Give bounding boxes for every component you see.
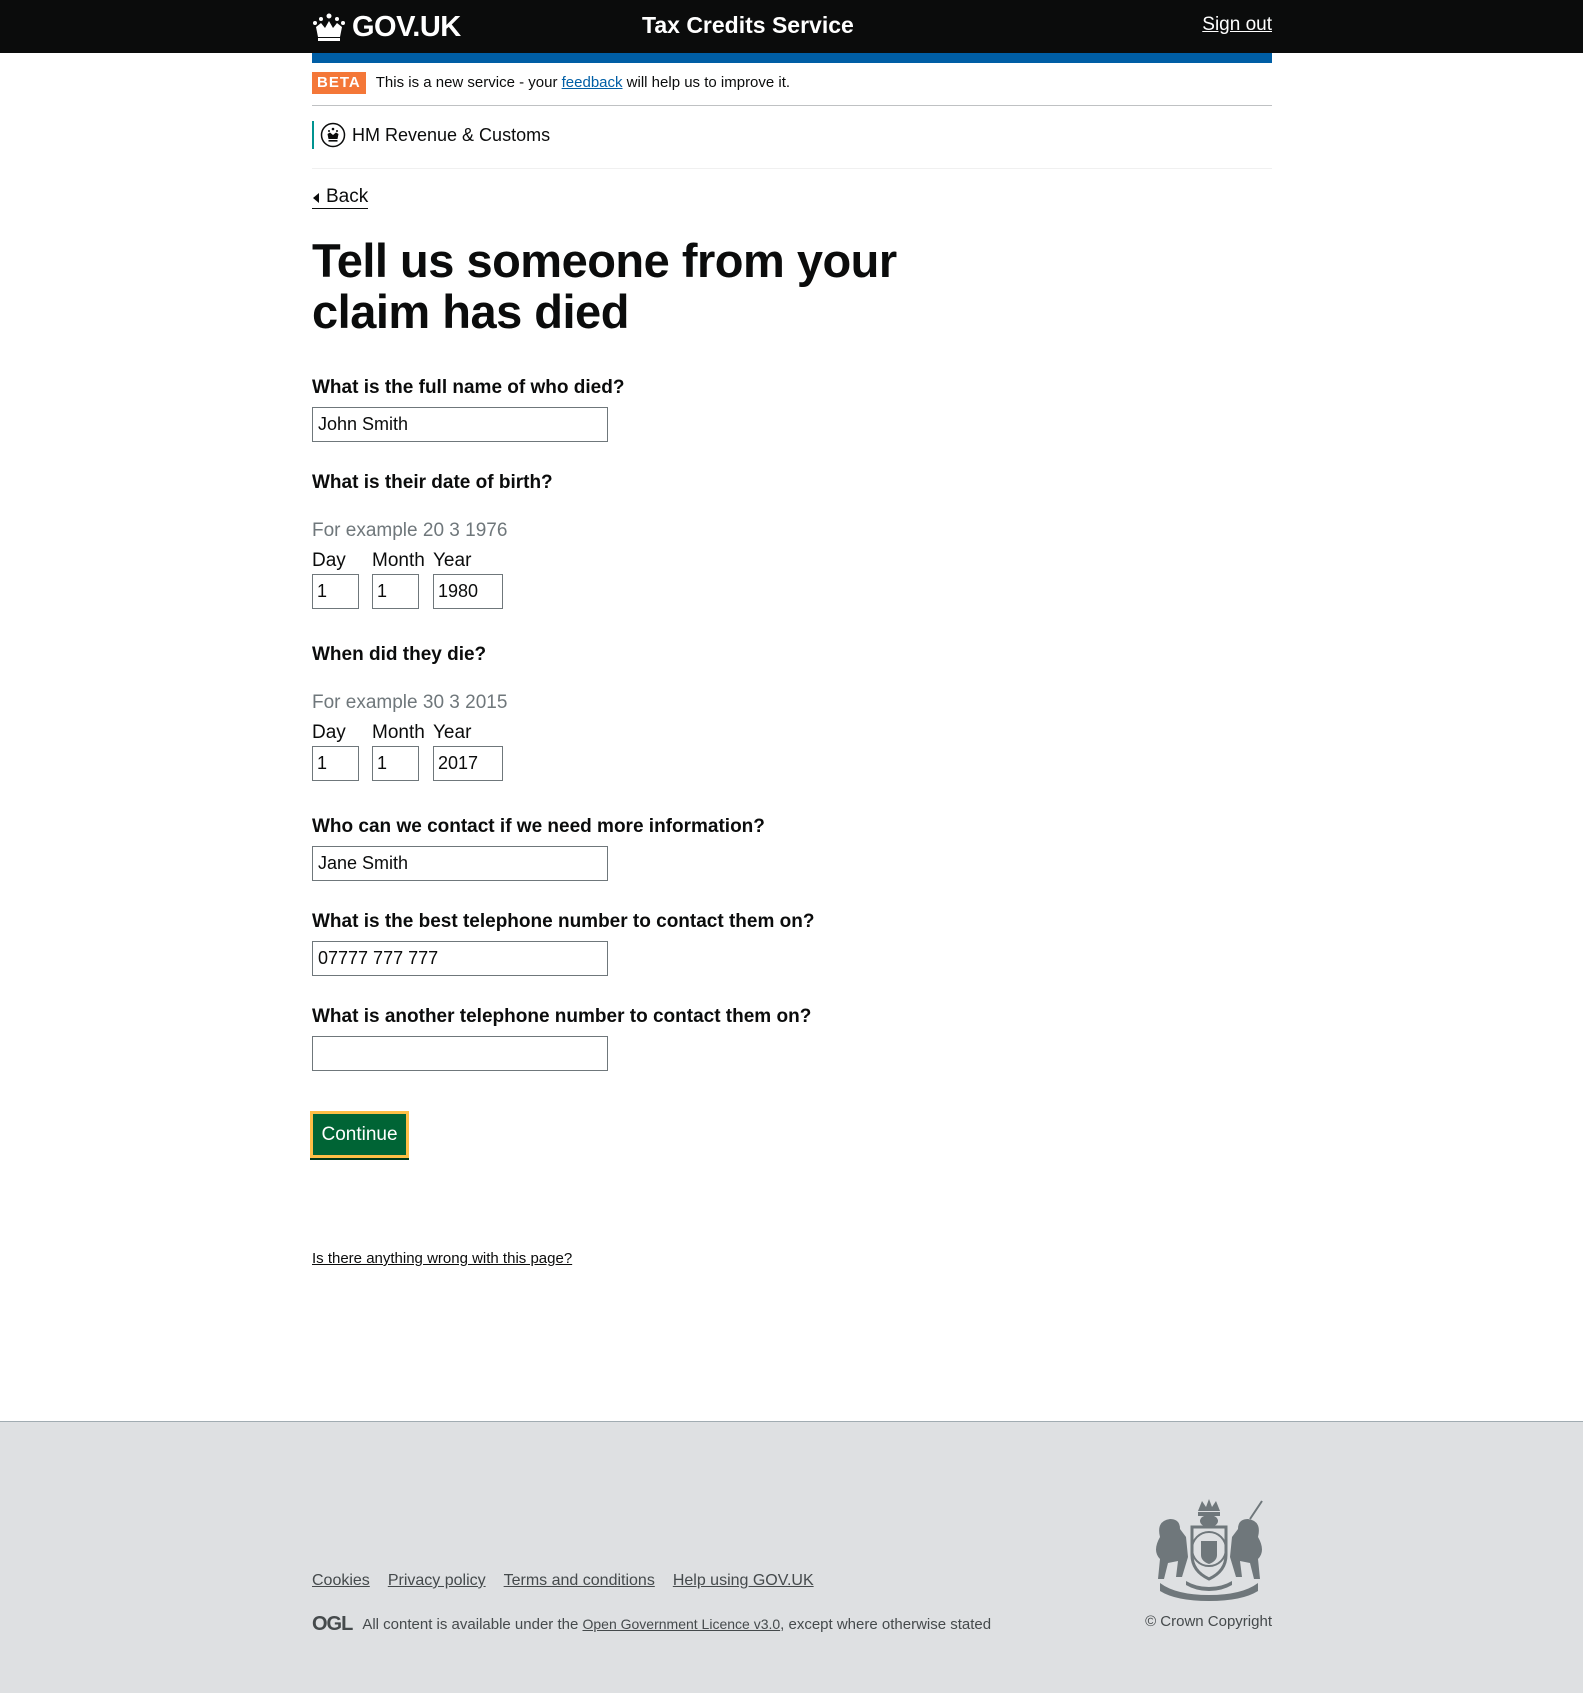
- feedback-link[interactable]: feedback: [562, 74, 623, 91]
- hmrc-organisation: HM Revenue & Customs: [312, 121, 550, 149]
- dob-year-input[interactable]: [433, 574, 503, 609]
- dob-day-input[interactable]: [312, 574, 359, 609]
- footer-link-cookies[interactable]: Cookies: [312, 1572, 370, 1590]
- report-problem-link[interactable]: Is there anything wrong with this page?: [312, 1250, 572, 1267]
- header-blue-bar: [312, 53, 1272, 63]
- back-link[interactable]: Back: [312, 186, 369, 209]
- page-title: Tell us someone from your claim has died: [312, 234, 897, 338]
- contact-name-input[interactable]: [312, 846, 608, 881]
- dod-day-input[interactable]: [312, 746, 359, 781]
- dob-month-label: Month: [372, 550, 425, 571]
- dob-day-label: Day: [312, 550, 346, 571]
- footer: Cookies Privacy policy Terms and conditi…: [0, 1421, 1583, 1693]
- continue-button[interactable]: Continue: [310, 1111, 409, 1158]
- dob-year-label: Year: [433, 550, 472, 571]
- licence-link[interactable]: Open Government Licence v3.0: [582, 1616, 780, 1632]
- footer-link-privacy[interactable]: Privacy policy: [388, 1572, 486, 1590]
- global-header: GOV.UK Tax Credits Service Sign out: [0, 0, 1583, 53]
- phase-text: This is a new service - your feedback wi…: [376, 72, 790, 94]
- royal-arms-icon: [1156, 1499, 1263, 1601]
- licence: OGL All content is available under the O…: [312, 1613, 991, 1636]
- org-name: HM Revenue & Customs: [352, 124, 551, 145]
- licence-text: All content is available under the Open …: [362, 1616, 991, 1633]
- full-name-label: What is the full name of who died?: [312, 377, 625, 398]
- hmrc-crest-icon: [320, 122, 346, 148]
- dob-hint: For example 20 3 1976: [312, 520, 508, 541]
- sign-out-link[interactable]: Sign out: [1202, 14, 1272, 36]
- dod-day-label: Day: [312, 722, 346, 743]
- header-inner: GOV.UK Tax Credits Service Sign out: [312, 0, 1272, 53]
- licence-text-before: All content is available under the: [362, 1616, 583, 1633]
- dod-month-label: Month: [372, 722, 425, 743]
- footer-link-help[interactable]: Help using GOV.UK: [673, 1572, 814, 1590]
- phone-label: What is the best telephone number to con…: [312, 911, 815, 932]
- dod-month-input[interactable]: [372, 746, 419, 781]
- dod-label: When did they die?: [312, 644, 487, 665]
- dod-hint: For example 30 3 2015: [312, 692, 508, 713]
- crown-copyright-link[interactable]: © Crown Copyright: [1145, 1613, 1272, 1630]
- contact-name-label: Who can we contact if we need more infor…: [312, 816, 765, 837]
- org-banner: HM Revenue & Customs: [312, 106, 1272, 169]
- dod-year-label: Year: [433, 722, 472, 743]
- dob-month-input[interactable]: [372, 574, 419, 609]
- footer-link-terms[interactable]: Terms and conditions: [504, 1572, 655, 1590]
- phone-input[interactable]: [312, 941, 608, 976]
- dod-year-input[interactable]: [433, 746, 503, 781]
- alt-phone-input[interactable]: [312, 1036, 608, 1071]
- phase-text-after: will help us to improve it.: [622, 74, 791, 91]
- dob-label: What is their date of birth?: [312, 472, 553, 493]
- crown-icon: [313, 13, 345, 41]
- phase-banner: BETA This is a new service - your feedba…: [312, 72, 1272, 106]
- logo-text: GOV.UK: [352, 10, 461, 43]
- service-name[interactable]: Tax Credits Service: [642, 12, 854, 39]
- phase-text-before: This is a new service - your: [375, 74, 562, 91]
- footer-links: Cookies Privacy policy Terms and conditi…: [312, 1572, 814, 1590]
- licence-text-after: , except where otherwise stated: [780, 1616, 992, 1633]
- alt-phone-label: What is another telephone number to cont…: [312, 1006, 812, 1027]
- beta-tag: BETA: [312, 72, 366, 94]
- full-name-input[interactable]: [312, 407, 608, 442]
- ogl-logo: OGL: [312, 1613, 353, 1635]
- govuk-logo-link[interactable]: GOV.UK: [312, 10, 461, 44]
